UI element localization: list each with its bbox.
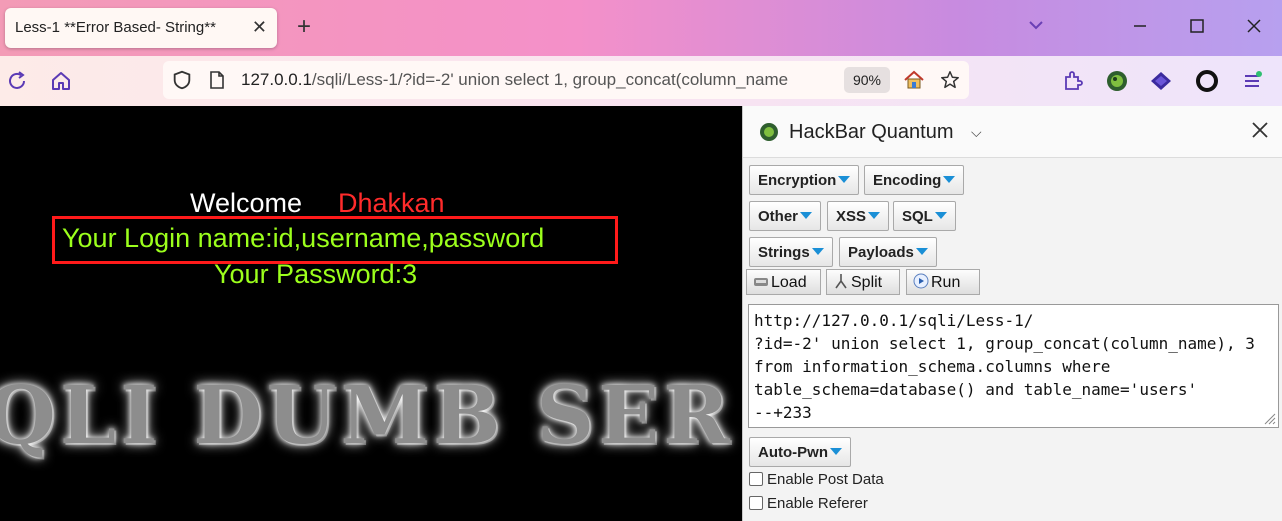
circle-extension-icon[interactable] xyxy=(1195,69,1219,93)
dropdown-arrow-icon xyxy=(811,248,824,255)
split-url-button[interactable]: Split xyxy=(826,269,900,295)
xss-menu[interactable]: XSS xyxy=(827,201,890,231)
enable-post-data-row[interactable]: Enable Post Data xyxy=(749,471,884,488)
hackbar-title[interactable]: HackBar Quantum xyxy=(789,121,954,144)
dropdown-arrow-icon xyxy=(800,212,813,219)
encoding-menu[interactable]: Encoding xyxy=(864,165,965,195)
encoding-label: Encoding xyxy=(873,172,942,189)
run-label: Run xyxy=(931,274,961,291)
hackbar-title-chevron-icon[interactable]: ⌵ xyxy=(971,124,982,141)
close-window-icon[interactable] xyxy=(1242,14,1266,38)
password-result: Your Password:3 xyxy=(214,259,418,289)
page-content: Welcome Dhakkan Your Login name:id,usern… xyxy=(0,106,742,521)
close-sidebar-icon[interactable] xyxy=(1249,119,1271,141)
query-line: from information_schema.columns where xyxy=(754,357,1111,376)
payloads-menu[interactable]: Payloads xyxy=(839,237,937,267)
dropdown-arrow-icon xyxy=(934,212,947,219)
welcome-text: Welcome xyxy=(190,188,303,218)
dropdown-arrow-icon xyxy=(943,176,956,183)
enable-referer-checkbox[interactable] xyxy=(749,496,763,510)
hackbar-header: HackBar Quantum ⌵ xyxy=(743,106,1282,158)
tab-strip: Less-1 **Error Based- String** ✕ + xyxy=(0,0,1282,56)
hackbar-panel: HackBar Quantum ⌵ Encryption Encoding Ot… xyxy=(742,106,1282,521)
run-button[interactable]: Run xyxy=(906,269,980,295)
tab-list-chevron-icon[interactable] xyxy=(1027,16,1045,34)
hackbar-extension-icon[interactable] xyxy=(1105,69,1129,93)
enable-post-data-checkbox[interactable] xyxy=(749,472,763,486)
run-icon xyxy=(913,273,929,289)
url-bar[interactable]: 127.0.0.1/sqli/Less-1/?id=-2' union sele… xyxy=(163,61,969,99)
xss-label: XSS xyxy=(836,208,867,225)
page-info-icon[interactable] xyxy=(207,70,227,90)
dropdown-arrow-icon xyxy=(868,212,881,219)
strings-label: Strings xyxy=(758,244,810,261)
dropdown-arrow-icon xyxy=(838,176,851,183)
encryption-label: Encryption xyxy=(758,172,837,189)
new-tab-button[interactable]: + xyxy=(297,14,311,40)
tab-title: Less-1 **Error Based- String** xyxy=(15,19,216,36)
app-menu-icon[interactable] xyxy=(1240,69,1264,93)
hackbar-logo-icon xyxy=(760,123,778,141)
resize-grip-icon[interactable] xyxy=(1262,411,1276,425)
dropdown-arrow-icon xyxy=(915,248,928,255)
load-url-button[interactable]: Load xyxy=(746,269,821,295)
query-line: ?id=-2' union select 1, group_concat(col… xyxy=(754,334,1255,353)
reload-icon[interactable] xyxy=(5,69,29,93)
zoom-level-badge[interactable]: 90% xyxy=(844,67,890,93)
strings-menu[interactable]: Strings xyxy=(749,237,833,267)
sql-label: SQL xyxy=(902,208,933,225)
auto-pwn-label: Auto-Pwn xyxy=(758,444,828,461)
url-path: /sqli/Less-1/?id=-2' union select 1, gro… xyxy=(311,70,789,89)
user-name-text: Dhakkan xyxy=(338,188,445,218)
split-label: Split xyxy=(851,274,883,291)
dropdown-arrow-icon xyxy=(829,448,842,455)
enable-referer-label: Enable Referer xyxy=(767,495,868,512)
bookmark-star-icon[interactable] xyxy=(939,69,961,91)
shield-icon[interactable] xyxy=(171,69,193,91)
load-label: Load xyxy=(771,274,807,291)
sql-menu[interactable]: SQL xyxy=(893,201,956,231)
tab-close-icon[interactable]: ✕ xyxy=(252,17,267,37)
url-host: 127.0.0.1 xyxy=(241,70,312,89)
url-text[interactable]: 127.0.0.1/sqli/Less-1/?id=-2' union sele… xyxy=(241,70,839,90)
sqli-dumb-series-banner: QLI DUMB SER xyxy=(0,368,734,462)
tab-less-1[interactable]: Less-1 **Error Based- String** ✕ xyxy=(5,8,277,48)
auto-pwn-menu[interactable]: Auto-Pwn xyxy=(749,437,851,467)
minimize-icon[interactable] xyxy=(1128,14,1152,38)
layers-extension-icon[interactable] xyxy=(1149,69,1173,93)
home-icon[interactable] xyxy=(49,69,73,93)
query-line: table_schema=database() and table_name='… xyxy=(754,380,1198,399)
split-icon xyxy=(835,274,847,289)
navigation-bar: 127.0.0.1/sqli/Less-1/?id=-2' union sele… xyxy=(0,56,1282,106)
enable-referer-row[interactable]: Enable Referer xyxy=(749,495,868,512)
url-query-textarea[interactable]: http://127.0.0.1/sqli/Less-1/ ?id=-2' un… xyxy=(748,304,1279,428)
query-line: http://127.0.0.1/sqli/Less-1/ xyxy=(754,311,1034,330)
other-menu[interactable]: Other xyxy=(749,201,822,231)
enable-post-data-label: Enable Post Data xyxy=(767,471,884,488)
payloads-label: Payloads xyxy=(848,244,914,261)
encryption-menu[interactable]: Encryption xyxy=(749,165,860,195)
extensions-icon[interactable] xyxy=(1061,69,1085,93)
query-line: --+233 xyxy=(754,403,812,422)
maximize-icon[interactable] xyxy=(1185,14,1209,38)
load-icon xyxy=(754,278,768,286)
login-name-result: Your Login name:id,username,password xyxy=(62,223,545,253)
house-extension-icon[interactable] xyxy=(903,69,925,91)
other-label: Other xyxy=(758,208,799,225)
